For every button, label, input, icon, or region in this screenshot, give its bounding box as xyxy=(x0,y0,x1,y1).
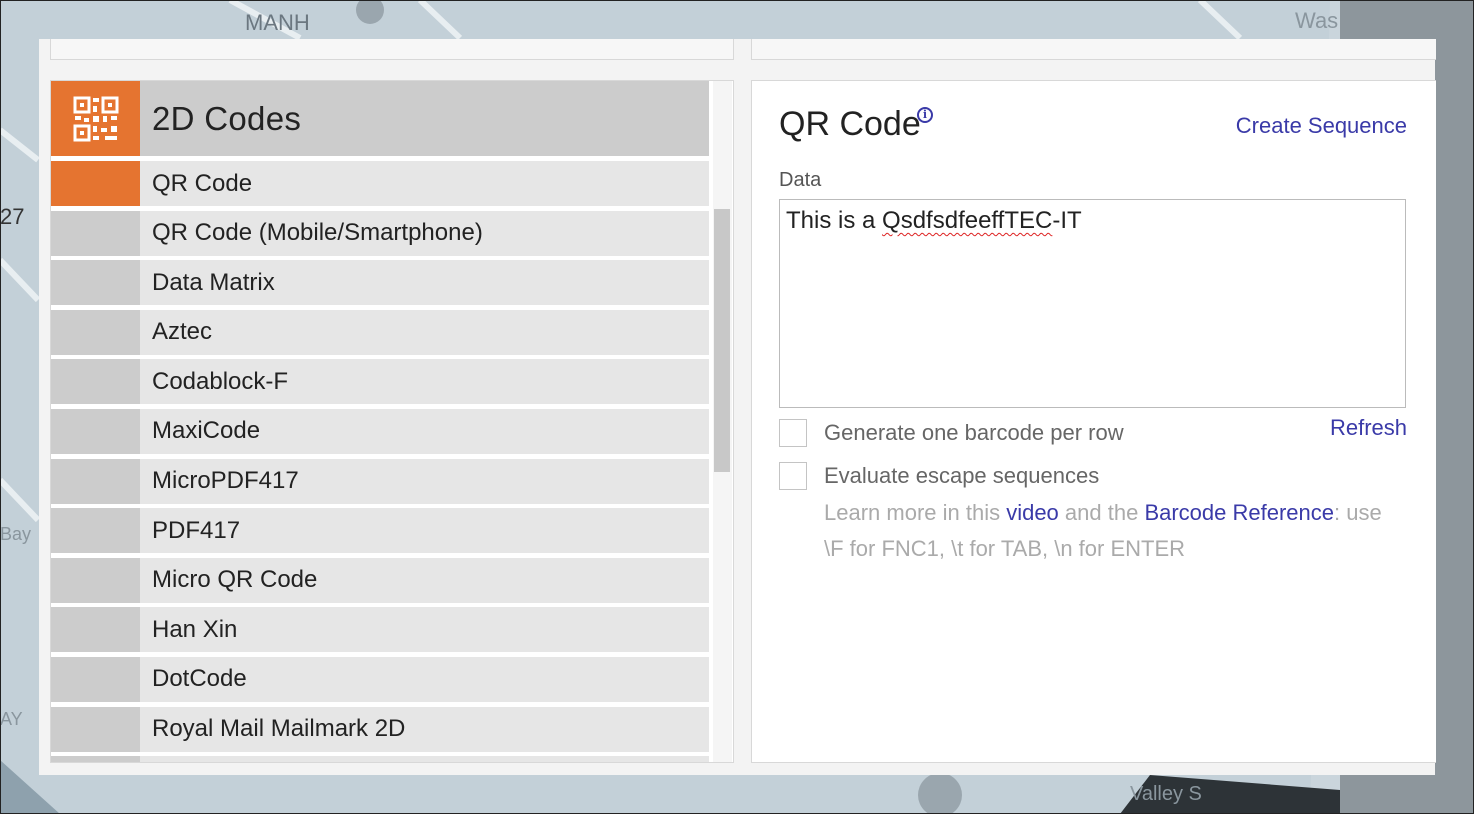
item-swatch xyxy=(51,557,140,603)
escape-sequences-checkbox[interactable] xyxy=(779,462,807,490)
barcode-type-list-panel: 2D Codes QR Code QR Code (Mobile/Smartph… xyxy=(50,80,734,763)
info-icon[interactable]: i xyxy=(917,107,933,123)
item-swatch xyxy=(51,607,140,653)
list-item-label: MicroPDF417 xyxy=(152,467,299,495)
map-label-valley: Valley S xyxy=(1130,783,1202,805)
list-item-qr-code[interactable]: QR Code xyxy=(51,161,709,206)
item-swatch xyxy=(51,508,140,554)
map-label-ay: AY xyxy=(0,709,23,729)
create-sequence-link[interactable]: Create Sequence xyxy=(1236,113,1407,139)
map-label-was: Was xyxy=(1295,8,1338,33)
data-text-suffix: -IT xyxy=(1052,207,1082,234)
item-swatch xyxy=(51,458,140,504)
list-item-micro-qr-code[interactable]: Micro QR Code xyxy=(51,557,709,603)
data-text-misspelled: QsdfsdfeeffTEC xyxy=(882,207,1053,234)
list-item-maxicode[interactable]: MaxiCode xyxy=(51,408,709,454)
map-label-manh: MANH xyxy=(245,10,310,35)
list-item-label: PDF417 xyxy=(152,516,241,544)
help-text-2: and the xyxy=(1058,500,1145,525)
category-title: 2D Codes xyxy=(152,99,302,137)
list-item-label: QR Code (Mobile/Smartphone) xyxy=(152,219,483,247)
item-swatch xyxy=(51,210,140,256)
list-item-han-xin[interactable]: Han Xin xyxy=(51,607,709,653)
list-item-qr-code-mobile[interactable]: QR Code (Mobile/Smartphone) xyxy=(51,210,709,256)
list-item-partial[interactable] xyxy=(51,756,709,762)
refresh-link[interactable]: Refresh xyxy=(1330,415,1407,441)
barcode-type-title: QR Code xyxy=(779,105,921,143)
list-item-royal-mail-mailmark-2d[interactable]: Royal Mail Mailmark 2D xyxy=(51,706,709,752)
list-item-pdf417[interactable]: PDF417 xyxy=(51,508,709,554)
list-item-label: Han Xin xyxy=(152,615,238,643)
one-barcode-per-row-checkbox[interactable] xyxy=(779,419,807,447)
item-swatch xyxy=(51,408,140,454)
list-item-codablock-f[interactable]: Codablock-F xyxy=(51,359,709,405)
escape-sequences-help: Learn more in this video and the Barcode… xyxy=(824,495,1404,567)
data-label: Data xyxy=(779,169,822,191)
item-swatch xyxy=(51,756,140,762)
map-label-bay: Bay xyxy=(0,524,31,544)
barcode-type-list: QR Code QR Code (Mobile/Smartphone) Data… xyxy=(51,161,709,762)
list-item-label: Aztec xyxy=(152,318,213,346)
list-item-label: Micro QR Code xyxy=(152,566,318,594)
list-item-label: Data Matrix xyxy=(152,268,275,296)
list-item-label: MaxiCode xyxy=(152,417,261,445)
list-item-micropdf417[interactable]: MicroPDF417 xyxy=(51,458,709,504)
left-toolbar-strip xyxy=(50,39,734,60)
barcode-settings-panel: QR Code i Create Sequence Data This is a… xyxy=(751,80,1436,763)
list-item-aztec[interactable]: Aztec xyxy=(51,309,709,355)
item-swatch xyxy=(51,359,140,405)
barcode-reference-link[interactable]: Barcode Reference xyxy=(1144,500,1334,525)
right-toolbar-strip xyxy=(751,39,1436,60)
map-label-27: 27 xyxy=(0,204,24,229)
escape-sequences-label[interactable]: Evaluate escape sequences xyxy=(824,463,1099,489)
barcode-generator-window: 2D Codes QR Code QR Code (Mobile/Smartph… xyxy=(39,39,1436,775)
category-header[interactable]: 2D Codes xyxy=(51,81,709,156)
item-swatch xyxy=(51,656,140,702)
list-item-label xyxy=(140,756,152,762)
help-text-1: Learn more in this xyxy=(824,500,1007,525)
qr-code-icon xyxy=(51,81,140,156)
list-item-dotcode[interactable]: DotCode xyxy=(51,656,709,702)
item-swatch xyxy=(51,260,140,306)
video-link[interactable]: video xyxy=(1006,500,1059,525)
data-textarea[interactable]: This is a QsdfsdfeeffTEC-IT xyxy=(779,199,1406,408)
list-item-label: Codablock-F xyxy=(152,367,289,395)
list-item-label: DotCode xyxy=(152,665,247,693)
item-swatch xyxy=(51,706,140,752)
selected-swatch xyxy=(51,161,140,206)
one-barcode-per-row-label[interactable]: Generate one barcode per row xyxy=(824,420,1124,446)
list-item-data-matrix[interactable]: Data Matrix xyxy=(51,260,709,306)
item-swatch xyxy=(51,309,140,355)
list-item-label: QR Code xyxy=(152,169,253,197)
list-item-label: Royal Mail Mailmark 2D xyxy=(152,715,406,743)
list-scrollbar-thumb[interactable] xyxy=(714,209,730,472)
data-text-prefix: This is a xyxy=(786,207,883,234)
